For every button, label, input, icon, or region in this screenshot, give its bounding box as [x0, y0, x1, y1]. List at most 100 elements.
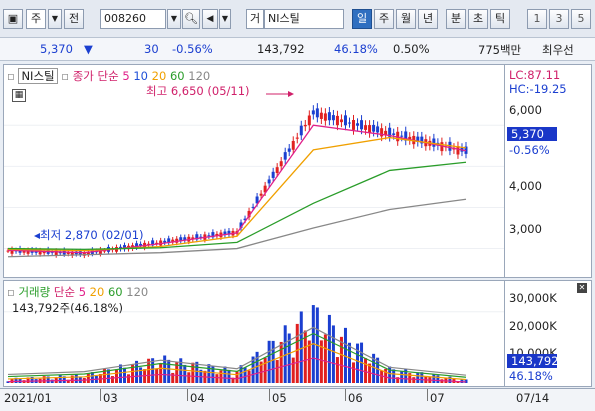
down-arrow-icon: ▼ [84, 42, 93, 56]
hc-label: HC:-19.25 [509, 82, 567, 96]
candle-body [356, 123, 360, 126]
candle-body [331, 115, 335, 121]
candle-body [283, 152, 287, 160]
current-pct-tag: -0.56% [509, 143, 550, 157]
candle-body [323, 113, 327, 121]
close-icon[interactable]: ✕ [577, 283, 587, 293]
volume-bar [420, 372, 424, 383]
x-label-03: 03 [103, 391, 118, 405]
volume-bar [247, 370, 251, 383]
chevron-down-icon[interactable]: ▼ [48, 9, 62, 29]
tab-month[interactable]: 월 [396, 9, 416, 29]
volume-panel: ▫ 거래량 단순 5 20 60 120 143,792주(46.18%) ✕ … [3, 280, 592, 387]
candle-body [295, 137, 299, 139]
candle-body [343, 115, 347, 126]
volume-bar [352, 362, 356, 383]
x-label-05: 05 [272, 391, 287, 405]
volume-bar [279, 341, 283, 383]
window-icon[interactable]: ▣ [3, 9, 23, 29]
legend-close: 종가 [72, 69, 94, 83]
grid-icon[interactable]: ▦ [12, 89, 26, 102]
interval-1-button[interactable]: 1 [527, 9, 547, 29]
candle-body [307, 115, 311, 126]
volume-bar [223, 366, 227, 383]
candle-body [360, 120, 364, 130]
candle-body [319, 112, 323, 119]
volume-ma-line [7, 332, 467, 378]
volume-bar [299, 311, 303, 383]
speaker-dropdown-icon[interactable]: ▼ [219, 9, 231, 29]
candle-body [335, 115, 339, 126]
ratio-value: 46.18% [334, 42, 378, 56]
volume-bar [118, 364, 122, 383]
vol-tick-30000k: 30,000K [509, 291, 557, 305]
legend-ma60: 60 [169, 69, 185, 83]
stock-name-field[interactable]: NI스틸 [264, 9, 344, 29]
vol-tick-20000k: 20,000K [509, 319, 557, 333]
tab-day[interactable]: 일 [352, 9, 372, 29]
x-label-04: 04 [190, 391, 205, 405]
volume-bar [155, 368, 159, 383]
lc-label: LC:87.11 [509, 68, 561, 82]
legend-marker-icon: ▫ [7, 285, 15, 299]
candle-body [311, 110, 315, 115]
stock-code-input[interactable]: 008260 [100, 9, 166, 29]
candle-body [392, 133, 396, 135]
volume-bar [159, 363, 163, 383]
speaker-icon[interactable]: ◀ [202, 9, 218, 29]
volume-ma-line [7, 326, 467, 376]
volume-bar [432, 374, 436, 383]
volume-bar [416, 372, 420, 383]
volume-title: 거래량 [18, 285, 51, 299]
volume-bar [86, 373, 90, 383]
tab-second[interactable]: 초 [468, 9, 488, 29]
interval-5-button[interactable]: 5 [571, 9, 591, 29]
volume-bar [227, 369, 231, 383]
volume-bar [323, 334, 327, 383]
candle-body [163, 240, 167, 243]
volume-bar [275, 360, 279, 383]
volume-bar [183, 364, 187, 383]
extra-label: 최우선 [542, 43, 574, 57]
change-percent: -0.56% [172, 42, 213, 56]
x-axis: 2021/01 03 04 05 06 07 07/14 [0, 388, 595, 411]
candle-body [376, 126, 380, 133]
volume-bar [191, 362, 195, 383]
volume-bar [187, 372, 191, 383]
last-date: 07/14 [516, 391, 550, 405]
volume-bar [90, 372, 94, 383]
candle-body [400, 135, 404, 137]
current-price-tag: 5,370 [507, 127, 557, 141]
x-label-06: 06 [348, 391, 363, 405]
legend-ma120: 120 [188, 69, 211, 83]
candle-body [303, 124, 307, 127]
interval-3-button[interactable]: 3 [549, 9, 569, 29]
candle-body [259, 193, 263, 196]
legend-ma10: 10 [133, 69, 148, 83]
quote-bar: 5,370 ▼ 30 -0.56% 143,792 46.18% 0.50% 7… [0, 38, 595, 61]
volume-ma-label: 단순 [53, 285, 76, 299]
volume-bar [207, 364, 211, 383]
scale-tick-4000: 4,000 [509, 179, 542, 193]
tab-tick[interactable]: 틱 [490, 9, 510, 29]
code-dropdown-icon[interactable]: ▼ [167, 9, 181, 29]
candle-body [291, 140, 295, 150]
prev-button[interactable]: 전 [64, 9, 84, 29]
low-note: 최저 2,870 (02/01) [40, 228, 144, 242]
volume-bar [167, 359, 171, 383]
market-select[interactable]: 주 [26, 9, 46, 29]
volume-tag: 143,792 [507, 354, 559, 368]
volume-bar [235, 371, 239, 383]
tab-week[interactable]: 주 [374, 9, 394, 29]
volume-bar [412, 377, 416, 383]
volume-ma120: 120 [126, 285, 149, 299]
tab-minute[interactable]: 분 [446, 9, 466, 29]
search-icon[interactable]: 🔍︎ [182, 9, 200, 29]
price-chart[interactable] [4, 65, 504, 277]
candle-body [432, 138, 436, 147]
candle-body [275, 167, 279, 174]
volume-bar [307, 340, 311, 383]
tab-year[interactable]: 년 [418, 9, 438, 29]
candle-body [271, 171, 275, 178]
market-cap: 775백만 [478, 43, 522, 57]
